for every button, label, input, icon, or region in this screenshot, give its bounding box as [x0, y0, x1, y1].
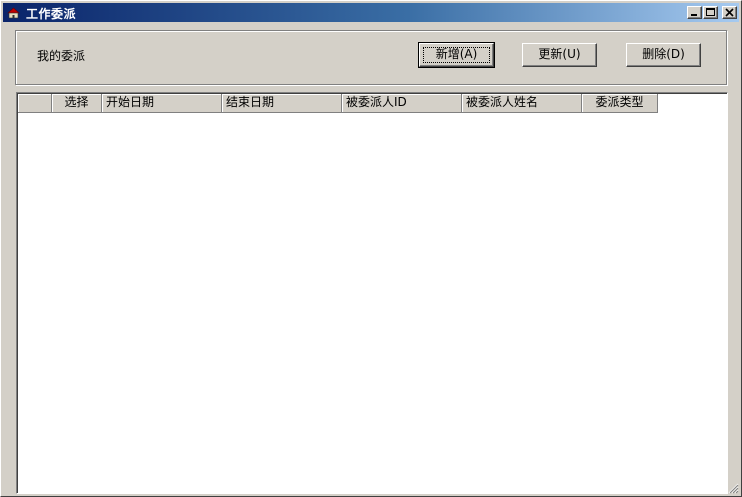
grid-header: 选择 开始日期 结束日期 被委派人ID 被委派人姓名 委派类型 — [18, 94, 658, 113]
row-header-column[interactable] — [18, 94, 52, 113]
delegation-grid[interactable] — [16, 92, 728, 494]
toolbar-group — [15, 30, 727, 85]
window-title: 工作委派 — [26, 7, 77, 21]
column-header-end-date[interactable]: 结束日期 — [222, 94, 342, 113]
column-header-delegate-name[interactable]: 被委派人姓名 — [462, 94, 582, 113]
close-button[interactable] — [722, 6, 737, 19]
minimize-icon — [691, 14, 697, 16]
update-button-label: 更新(U) — [538, 47, 581, 61]
column-header-start-date[interactable]: 开始日期 — [102, 94, 222, 113]
my-delegations-label: 我的委派 — [37, 49, 86, 63]
column-header-select[interactable]: 选择 — [52, 94, 102, 113]
title-bar[interactable]: 工作委派 — [3, 3, 739, 22]
delete-button[interactable]: 删除(D) — [626, 43, 701, 67]
focus-rect — [423, 47, 490, 63]
maximize-button[interactable] — [703, 6, 718, 19]
maximize-icon — [706, 8, 715, 16]
main-window: 工作委派 我的委派 新增(A) 更新(U) 删除(D) 选择 开始日期 结束日期… — [0, 0, 742, 497]
add-button[interactable]: 新增(A) — [418, 42, 495, 68]
update-button[interactable]: 更新(U) — [522, 43, 597, 67]
app-icon[interactable] — [6, 5, 21, 20]
close-icon — [725, 8, 734, 17]
column-header-delegate-id[interactable]: 被委派人ID — [342, 94, 462, 113]
resize-grip-icon[interactable] — [727, 482, 739, 494]
delete-button-label: 删除(D) — [642, 47, 685, 61]
column-header-delegation-type[interactable]: 委派类型 — [582, 94, 658, 113]
minimize-button[interactable] — [687, 6, 702, 19]
